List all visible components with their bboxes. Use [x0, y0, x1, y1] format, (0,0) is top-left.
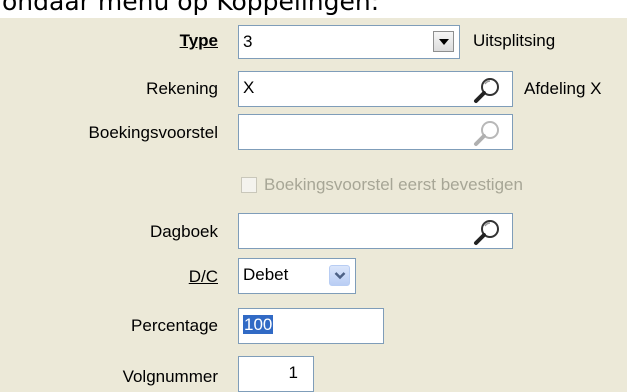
magnifier-icon[interactable] [472, 218, 502, 246]
dc-select[interactable]: Debet [238, 258, 356, 294]
dc-value: Debet [243, 265, 289, 284]
percentage-label: Percentage [131, 316, 218, 335]
bevestigen-label: Boekingsvoorstel eerst bevestigen [264, 175, 523, 194]
dagboek-label: Dagboek [149, 222, 218, 241]
boekingsvoorstel-label: Boekingsvoorstel [88, 123, 218, 142]
magnifier-icon[interactable] [472, 119, 502, 147]
page-heading: ondaar menu op Koppelingen: [0, 0, 627, 18]
percentage-field[interactable]: 100 [238, 308, 384, 344]
rekening-field[interactable]: X [238, 71, 513, 107]
boekingsvoorstel-field[interactable] [238, 114, 513, 150]
type-dropdown-button[interactable] [433, 31, 454, 52]
rekening-label: Rekening [146, 79, 218, 98]
chevron-down-icon [334, 272, 345, 280]
type-value: 3 [243, 32, 253, 51]
dc-dropdown-button[interactable] [329, 265, 350, 286]
bevestigen-checkbox[interactable] [241, 177, 257, 193]
dc-label-text: D/C [188, 267, 218, 286]
dropdown-arrow-icon [438, 38, 449, 45]
rekening-description: Afdeling X [524, 79, 602, 98]
type-label: Type [180, 30, 218, 52]
volgnummer-label: Volgnummer [122, 367, 218, 386]
type-label-text: Type [179, 31, 218, 50]
rekening-value: X [243, 78, 255, 97]
volgnummer-value: 1 [288, 363, 298, 382]
volgnummer-field[interactable]: 1 [238, 356, 314, 392]
type-description: Uitsplitsing [473, 31, 556, 50]
dagboek-field[interactable] [238, 213, 513, 249]
dc-label: D/C [189, 266, 218, 288]
type-combobox[interactable]: 3 [238, 25, 460, 59]
magnifier-icon[interactable] [472, 76, 502, 104]
percentage-value: 100 [243, 315, 274, 334]
